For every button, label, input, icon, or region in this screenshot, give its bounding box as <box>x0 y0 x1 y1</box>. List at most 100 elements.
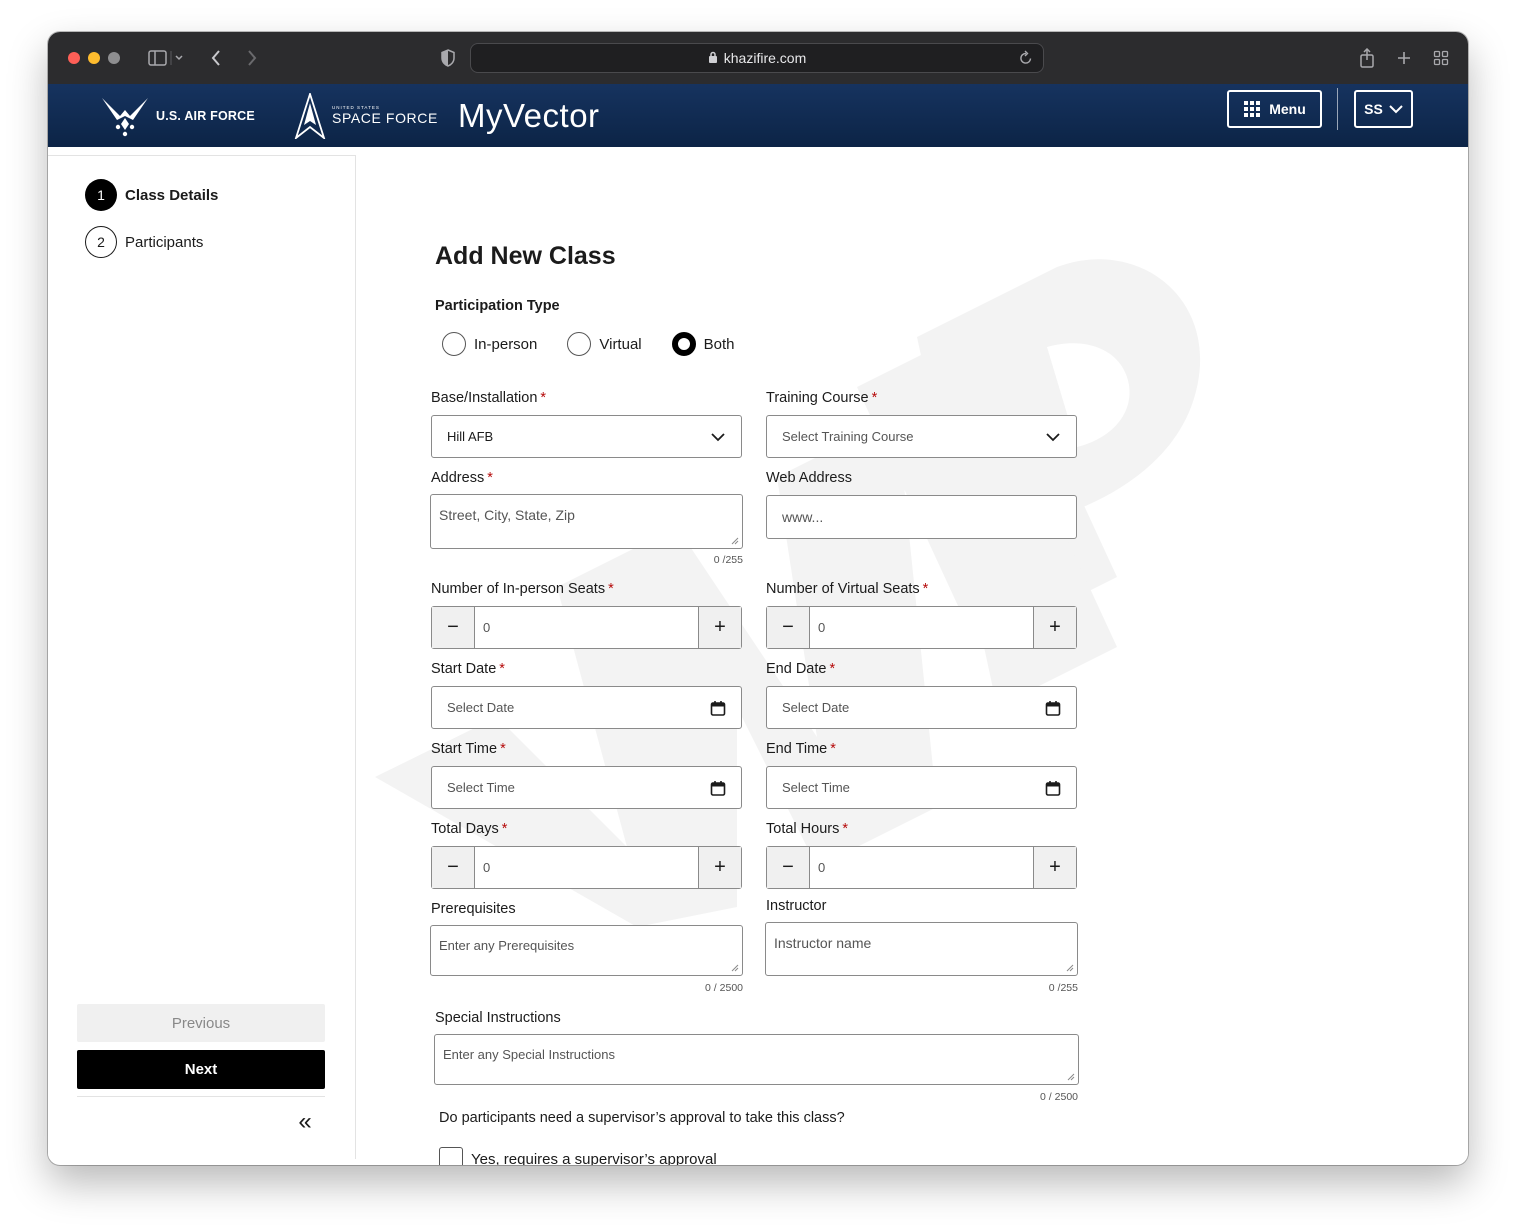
decrement-button[interactable]: − <box>767 847 810 888</box>
air-force-logo[interactable]: U.S. AIR FORCE <box>100 84 255 147</box>
increment-button[interactable]: + <box>698 847 741 888</box>
input-placeholder: Select Time <box>782 780 850 795</box>
increment-button[interactable]: + <box>1033 847 1076 888</box>
label-text: End Date <box>766 661 827 677</box>
textarea-placeholder: Enter any Prerequisites <box>439 938 575 953</box>
resize-grip-icon[interactable] <box>731 964 739 972</box>
required-marker: * <box>501 821 508 837</box>
required-marker: * <box>830 741 836 757</box>
start-date-picker[interactable]: Select Date <box>431 686 742 729</box>
required-marker: * <box>540 390 547 406</box>
app-name-text: MyVector <box>458 96 600 134</box>
browser-toolbar: khazifire.com <box>48 32 1468 84</box>
calendar-icon[interactable] <box>1044 699 1062 717</box>
main-form-area: Add New Class Participation Type In-pers… <box>357 147 1468 1165</box>
sidebar-divider <box>77 1096 325 1097</box>
menu-button[interactable]: Menu <box>1227 90 1322 128</box>
special-instructions-textarea[interactable]: Enter any Special Instructions <box>434 1034 1079 1085</box>
chevron-down-icon <box>1046 433 1060 442</box>
radio-circle[interactable] <box>442 332 466 356</box>
zoom-window-button[interactable] <box>108 52 120 64</box>
step-class-details[interactable]: 1 Class Details <box>85 179 218 211</box>
minimize-window-button[interactable] <box>88 52 100 64</box>
stepper-value[interactable]: 0 <box>475 847 698 888</box>
resize-grip-icon[interactable] <box>1066 964 1074 972</box>
label-text: Number of In-person Seats <box>431 581 606 597</box>
approval-checkbox-row[interactable]: Yes, requires a supervisor’s approval <box>439 1147 717 1165</box>
step-number: 2 <box>85 226 117 258</box>
share-icon[interactable] <box>1356 46 1378 70</box>
total-hours-label: Total Hours * <box>766 821 848 837</box>
virtual-seats-label: Number of Virtual Seats * <box>766 581 928 597</box>
checkbox-label: Yes, requires a supervisor’s approval <box>471 1150 717 1166</box>
calendar-icon[interactable] <box>709 699 727 717</box>
air-force-wings-icon <box>102 97 148 136</box>
total-hours-stepper[interactable]: − 0 + <box>766 846 1077 889</box>
end-time-picker[interactable]: Select Time <box>766 766 1077 809</box>
app-name[interactable]: MyVector <box>458 84 600 147</box>
privacy-shield-icon[interactable] <box>438 46 458 70</box>
required-marker: * <box>922 581 929 597</box>
close-window-button[interactable] <box>68 52 80 64</box>
previous-button[interactable]: Previous <box>77 1004 325 1042</box>
instructor-textarea[interactable]: Instructor name <box>765 922 1078 976</box>
back-icon[interactable] <box>206 46 226 70</box>
prerequisites-label: Prerequisites <box>431 901 516 917</box>
label-text: Training Course <box>766 390 869 406</box>
virtual-seats-stepper[interactable]: − 0 + <box>766 606 1077 649</box>
input-placeholder: Select Date <box>447 700 515 715</box>
radio-circle[interactable] <box>567 332 592 356</box>
radio-circle-checked[interactable] <box>671 332 696 356</box>
page-title: Add New Class <box>435 242 616 270</box>
radio-virtual[interactable]: Virtual <box>567 332 642 356</box>
decrement-button[interactable]: − <box>432 847 475 888</box>
inperson-seats-stepper[interactable]: − 0 + <box>431 606 742 649</box>
approval-checkbox[interactable] <box>439 1147 463 1165</box>
chevron-down-icon <box>711 433 725 442</box>
total-days-stepper[interactable]: − 0 + <box>431 846 742 889</box>
web-address-input[interactable]: www... <box>766 495 1077 539</box>
space-force-delta-icon <box>294 92 326 139</box>
address-bar[interactable]: khazifire.com <box>470 43 1044 73</box>
increment-button[interactable]: + <box>698 607 741 648</box>
resize-grip-icon[interactable] <box>1067 1073 1075 1081</box>
base-installation-select[interactable]: Hill AFB <box>431 415 742 458</box>
prerequisites-textarea[interactable]: Enter any Prerequisites <box>430 925 743 976</box>
required-marker: * <box>500 741 506 757</box>
start-time-picker[interactable]: Select Time <box>431 766 742 809</box>
label-text: Total Hours <box>766 821 840 837</box>
step-participants[interactable]: 2 Participants <box>85 226 203 258</box>
end-date-label: End Date * <box>766 661 835 677</box>
user-menu-button[interactable]: SS <box>1354 90 1413 128</box>
calendar-icon[interactable] <box>709 779 727 797</box>
new-tab-icon[interactable] <box>1394 46 1414 70</box>
space-force-text: SPACE FORCE <box>332 110 438 126</box>
collapse-sidebar-icon[interactable]: « <box>294 1110 316 1134</box>
end-date-picker[interactable]: Select Date <box>766 686 1077 729</box>
increment-button[interactable]: + <box>1033 607 1076 648</box>
decrement-button[interactable]: − <box>432 607 475 648</box>
space-force-logo[interactable]: UNITED STATES SPACE FORCE <box>294 84 438 147</box>
step-label: Class Details <box>125 186 219 204</box>
stepper-value[interactable]: 0 <box>810 607 1033 648</box>
textarea-placeholder: Instructor name <box>774 935 872 951</box>
stepper-value[interactable]: 0 <box>475 607 698 648</box>
required-marker: * <box>499 661 505 677</box>
instructor-label: Instructor <box>766 898 827 914</box>
tab-overview-icon[interactable] <box>1430 46 1452 70</box>
resize-grip-icon[interactable] <box>731 537 739 545</box>
training-course-select[interactable]: Select Training Course <box>766 415 1077 458</box>
radio-in-person[interactable]: In-person <box>442 332 537 356</box>
step-label: Participants <box>125 233 204 251</box>
forward-icon[interactable] <box>242 46 262 70</box>
address-textarea[interactable]: Street, City, State, Zip <box>430 494 743 549</box>
sidebar-toggle-icon[interactable] <box>146 46 186 70</box>
label-text: Address <box>431 470 485 486</box>
radio-both[interactable]: Both <box>671 332 734 356</box>
decrement-button[interactable]: − <box>767 607 810 648</box>
next-button[interactable]: Next <box>77 1050 325 1089</box>
calendar-icon[interactable] <box>1044 779 1062 797</box>
grid-menu-icon <box>1244 101 1261 117</box>
stepper-value[interactable]: 0 <box>810 847 1033 888</box>
reload-icon[interactable] <box>1019 50 1033 69</box>
